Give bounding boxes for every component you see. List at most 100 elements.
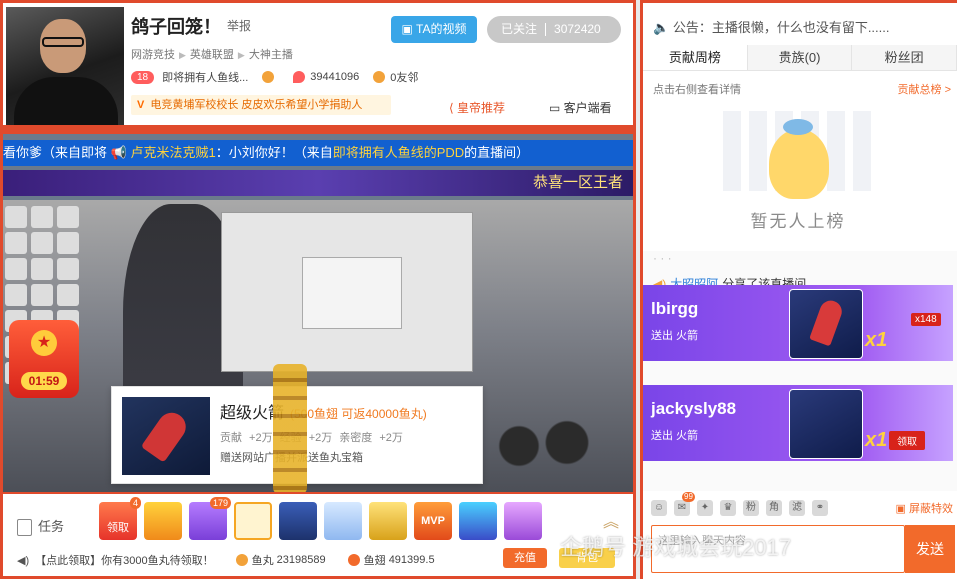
- flame-icon: [293, 71, 306, 83]
- gift-toolbar: 任务 4 领取 179 MVP ︽ ◀) 【点此领取】你有3000鱼丸待领取！ 鱼…: [3, 494, 633, 576]
- breadcrumb-item-game[interactable]: 英雄联盟: [190, 49, 234, 61]
- gift-mvp[interactable]: MVP: [414, 502, 452, 540]
- banner-sub: 送出 火箭: [651, 430, 699, 442]
- breadcrumb-item-category[interactable]: 网游竞技: [131, 49, 175, 61]
- empty-rank: 暂无人上榜: [713, 101, 883, 241]
- fishball-icon: [235, 554, 248, 566]
- breadcrumb-item-tag[interactable]: 大神主播: [249, 49, 293, 61]
- red-packet-timer: 01:59: [21, 372, 67, 390]
- gift-gem[interactable]: [504, 502, 542, 540]
- rank-total-link[interactable]: 贡献总榜 >: [898, 81, 951, 97]
- chevron-right-icon: ▶: [237, 50, 245, 60]
- combo-badge: x148: [911, 313, 941, 326]
- empty-rank-text: 暂无人上榜: [750, 212, 846, 231]
- client-watch-button[interactable]: ▭ 客户端看: [549, 99, 612, 116]
- friends-value[interactable]: 0友邻: [390, 69, 418, 85]
- fishfin-icon: [347, 554, 360, 566]
- announcement: 🔈 公告：主播很懒，什么也没有留下......: [653, 20, 890, 35]
- gift-banner: jackysly88 送出 火箭 x1 领取: [643, 385, 953, 461]
- follow-button[interactable]: 已关注 3072420: [487, 16, 621, 43]
- streamer-notice: V 电竞黄埔军校校长 皮皮欢乐希望小学捐助人: [131, 95, 391, 115]
- report-link[interactable]: 举报: [227, 17, 251, 34]
- follow-separator: [545, 23, 547, 37]
- streamer-avatar[interactable]: [6, 7, 124, 125]
- monitor-icon: ▭: [549, 101, 564, 115]
- chat-area: · · · ◀) 大昭昭阿 分享了该直播间 lbirgg 送出 火箭 x1 x148…: [643, 251, 957, 491]
- video-icon: ▣: [401, 22, 416, 36]
- share-icon: ⟨: [449, 101, 458, 115]
- gift-rocket[interactable]: [279, 502, 317, 540]
- chevron-right-icon: ▶: [179, 50, 186, 60]
- tab-weekly-contribution[interactable]: 贡献周榜: [643, 45, 748, 70]
- rocket-card: [789, 289, 863, 359]
- video-player[interactable]: 看你爹（来自即将 📢 卢克米法克贼1：小刘你好！（来自即将拥有人鱼线的PDD的直…: [3, 134, 633, 492]
- right-column: 🔈 公告：主播很懒，什么也没有留下...... 贡献周榜 贵族(0) 粉丝团 点…: [640, 0, 957, 579]
- send-button[interactable]: 发送: [905, 525, 955, 573]
- avatar-glasses: [42, 37, 84, 47]
- ta-video-button[interactable]: ▣ TA的视频: [391, 16, 477, 43]
- task-button[interactable]: 任务: [17, 516, 64, 537]
- streamer-header: 鸽子回笼！ 举报 ▣ TA的视频 已关注 3072420 网游竞技 ▶ 英雄联盟 ▶ 大神…: [3, 3, 633, 125]
- friends-icon: [373, 71, 386, 83]
- emoji-icon[interactable]: ☺: [651, 500, 667, 516]
- banner-sub: 送出 火箭: [651, 330, 699, 342]
- fishball-count: 23198589: [276, 554, 326, 566]
- gift-super-rocket[interactable]: [234, 502, 272, 540]
- message-badge: 99: [682, 492, 695, 502]
- role-icon[interactable]: 角: [766, 500, 782, 516]
- banner-claim-button[interactable]: 领取: [889, 431, 925, 450]
- charge-button[interactable]: 充值: [503, 548, 547, 568]
- gift-lucky-treasure[interactable]: [144, 502, 182, 540]
- claim-line: ◀) 【点此领取】你有3000鱼丸待领取！ 鱼丸 23198589 鱼翅 491…: [17, 552, 435, 568]
- gold-rocket-animation: [273, 364, 307, 492]
- star-icon: ★: [31, 330, 57, 356]
- gift-plane[interactable]: [324, 502, 362, 540]
- tab-nobles[interactable]: 贵族(0): [748, 45, 853, 70]
- super-rocket-image: [122, 397, 210, 475]
- banner-user[interactable]: lbirgg: [651, 299, 698, 319]
- more-gifts-arrow-icon[interactable]: ︽: [603, 508, 619, 532]
- victory-banner: 恭喜一区王者: [3, 170, 633, 196]
- danmu-broadcast: 看你爹（来自即将 📢 卢克米法克贼1：小刘你好！（来自即将拥有人鱼线的PDD的直…: [3, 140, 633, 166]
- chat-message: · · ·: [653, 251, 672, 265]
- emperor-recommend-button[interactable]: ⟨ 皇帝推荐: [449, 99, 505, 116]
- danmu-user[interactable]: 卢克米法克贼1: [130, 145, 215, 160]
- stream-window: [221, 212, 473, 372]
- gift-lucky-time[interactable]: 179: [189, 497, 231, 540]
- red-packet[interactable]: ★ 01:59: [9, 320, 79, 398]
- gift-card[interactable]: [369, 502, 407, 540]
- gift-planet[interactable]: [459, 502, 497, 540]
- banner-user[interactable]: jackysly88: [651, 399, 736, 419]
- crown-icon[interactable]: ♛: [720, 500, 736, 516]
- gift-list: 4 领取 179 MVP: [99, 497, 549, 540]
- shield-effects-toggle[interactable]: ▣ 屏蔽特效: [896, 500, 953, 516]
- gift-claim[interactable]: 4 领取: [99, 497, 141, 540]
- link-icon[interactable]: ⚭: [812, 500, 828, 516]
- breadcrumb: 网游竞技 ▶ 英雄联盟 ▶ 大神主播: [131, 46, 293, 62]
- fan-icon[interactable]: 粉: [743, 500, 759, 516]
- banner-count: x1: [865, 429, 888, 451]
- stream-title: 即将拥有人鱼线...: [162, 72, 249, 84]
- gift-price: (500鱼翅 可返40000鱼丸): [290, 407, 427, 421]
- speaker-icon: 🔈: [653, 20, 673, 35]
- stream-people: [483, 404, 603, 474]
- speaker-icon: ◀): [17, 554, 30, 567]
- avatar-body: [14, 77, 118, 125]
- filter-icon[interactable]: 滤: [789, 500, 805, 516]
- mascot-illustration: [769, 119, 829, 199]
- claim-fishball-link[interactable]: 【点此领取】你有3000鱼丸待领取！: [35, 552, 213, 568]
- watermark: 企鹅号 游戏城会玩2017: [560, 535, 792, 560]
- tab-fan-club[interactable]: 粉丝团: [852, 45, 957, 70]
- streamer-name: 鸽子回笼！: [131, 17, 221, 37]
- rocket-card: [789, 389, 863, 459]
- rank-tabs: 贡献周榜 贵族(0) 粉丝团: [643, 45, 957, 71]
- chat-tools: ☺ ✉ 99 ✦ ♛ 粉 角 滤 ⚭ ▣ 屏蔽特效: [643, 492, 957, 521]
- gift-tool-icon[interactable]: ✦: [697, 500, 713, 516]
- chat-bubble-icon[interactable]: [262, 71, 275, 83]
- fishfin-count: 491399.5: [388, 554, 435, 566]
- gift-stats: 贡献 +2万 经验 +2万 亲密度 +2万: [220, 432, 403, 444]
- message-icon[interactable]: ✉ 99: [674, 492, 695, 516]
- stream-meta: 18 即将拥有人鱼线... 39441096 0友邻: [131, 69, 432, 85]
- v-icon: V: [137, 99, 145, 111]
- task-icon: [17, 519, 32, 537]
